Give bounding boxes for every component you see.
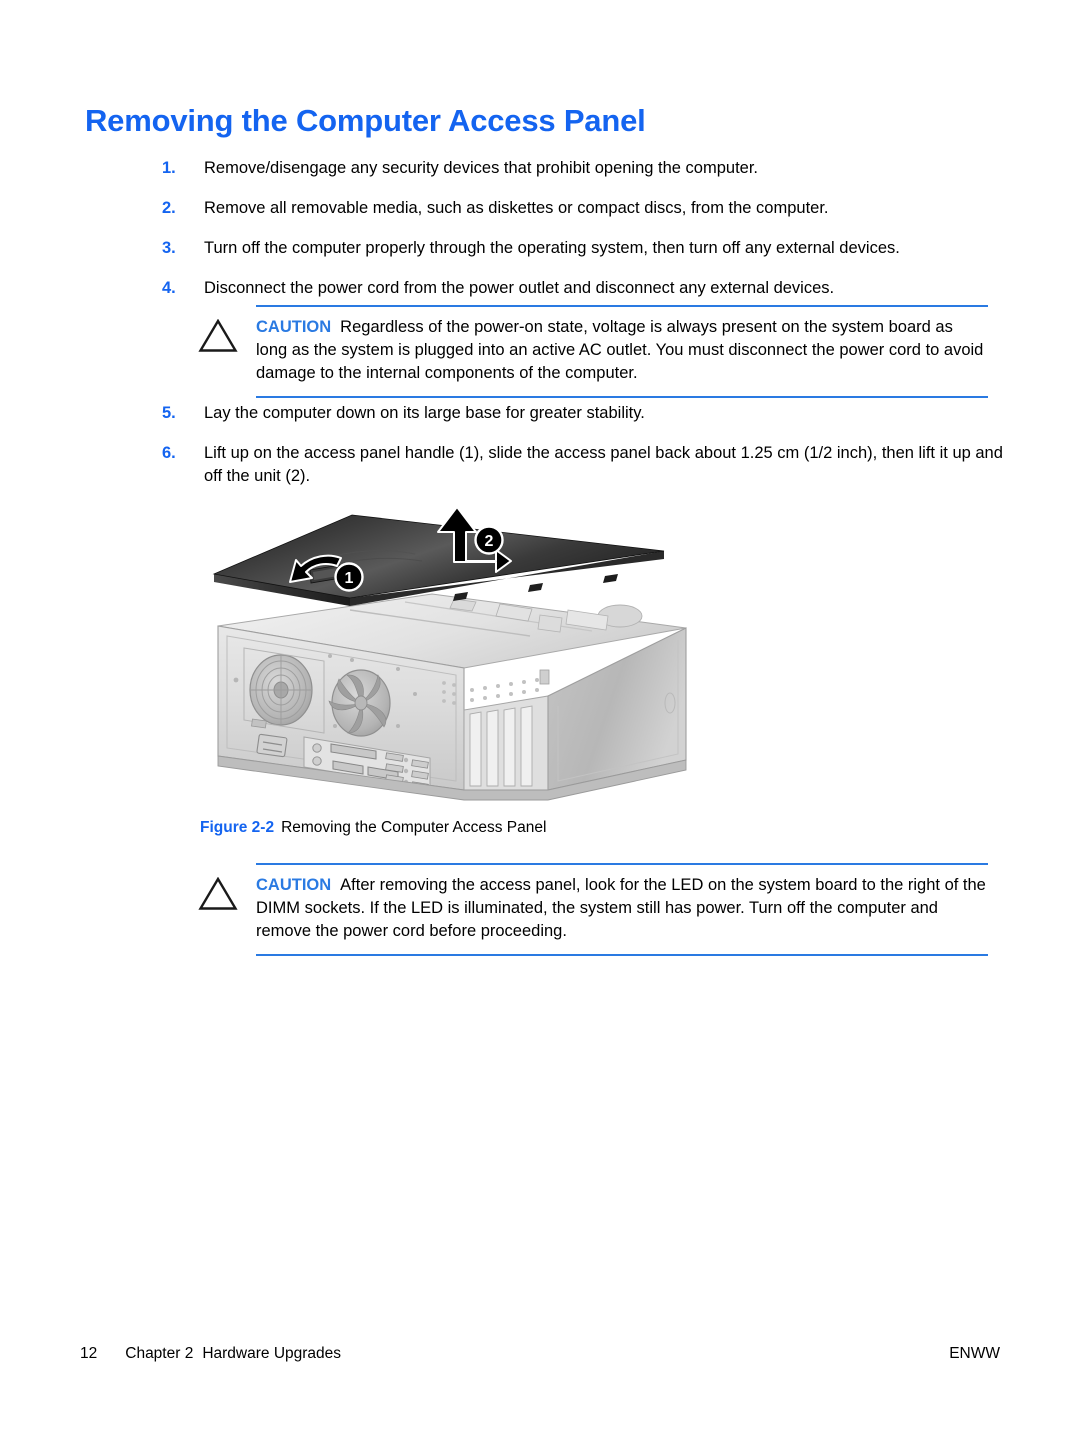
caution-note-power: CAUTION Regardless of the power-on state,…: [198, 305, 988, 398]
procedure-steps-part-2: 5. Lay the computer down on its large ba…: [162, 402, 1012, 505]
caution-label: CAUTION: [256, 876, 332, 894]
footer-edition: ENWW: [949, 1345, 1000, 1362]
caution-body: CAUTION Regardless of the power-on state,…: [256, 305, 988, 398]
list-item: 2. Remove all removable media, such as d…: [162, 197, 1012, 220]
caution-text: Regardless of the power-on state, voltag…: [256, 318, 984, 382]
step-text: Turn off the computer properly through t…: [204, 239, 900, 257]
caution-text: After removing the access panel, look fo…: [256, 876, 986, 940]
step-text: Lay the computer down on its large base …: [204, 404, 645, 422]
step-number: 4.: [162, 279, 176, 297]
page-title: Removing the Computer Access Panel: [85, 103, 646, 138]
list-item: 6. Lift up on the access panel handle (1…: [162, 442, 1012, 488]
step-number: 1.: [162, 159, 176, 177]
footer-chapter: Chapter 2: [125, 1345, 194, 1362]
step-number: 6.: [162, 444, 176, 462]
computer-chassis-illustration: 1 2: [212, 506, 687, 801]
callout-marker-2: 2: [474, 525, 504, 555]
procedure-steps-part-1: 1. Remove/disengage any security devices…: [162, 157, 1012, 300]
list-item: 5. Lay the computer down on its large ba…: [162, 402, 1012, 425]
caution-note-led: CAUTION After removing the access panel, …: [198, 863, 988, 956]
callout-label-1: 1: [345, 570, 354, 587]
list-item: 1. Remove/disengage any security devices…: [162, 157, 1012, 180]
list-item: 4. Disconnect the power cord from the po…: [162, 277, 1012, 300]
caution-label: CAUTION: [256, 318, 332, 336]
step-text: Disconnect the power cord from the power…: [204, 279, 835, 297]
figure-computer-access-panel: 1 2: [200, 498, 700, 808]
figure-caption-text: Removing the Computer Access Panel: [281, 819, 547, 836]
step-text: Lift up on the access panel handle (1), …: [204, 444, 1003, 485]
access-panel: [212, 514, 665, 606]
callout-marker-1: 1: [334, 562, 364, 592]
step-number: 3.: [162, 239, 176, 257]
step-text: Remove/disengage any security devices th…: [204, 159, 758, 177]
list-item: 3. Turn off the computer properly throug…: [162, 237, 1012, 260]
step-number: 5.: [162, 404, 176, 422]
ac-power-socket: [256, 733, 288, 758]
document-page: Removing the Computer Access Panel 1. Re…: [0, 0, 1080, 1437]
caution-body: CAUTION After removing the access panel, …: [256, 863, 988, 956]
page-footer: 12 Chapter 2 Hardware Upgrades ENWW: [80, 1345, 1000, 1367]
callout-label-2: 2: [485, 533, 494, 550]
footer-page-number: 12: [80, 1345, 98, 1362]
caution-triangle-icon: [198, 863, 256, 911]
step-text: Remove all removable media, such as disk…: [204, 199, 829, 217]
step-number: 2.: [162, 199, 176, 217]
figure-number: Figure 2-2: [200, 819, 275, 836]
footer-chapter-title: Hardware Upgrades: [202, 1345, 342, 1362]
footer-left: 12 Chapter 2 Hardware Upgrades: [80, 1345, 341, 1363]
figure-caption: Figure 2-2 Removing the Computer Access P…: [200, 818, 546, 838]
caution-triangle-icon: [198, 305, 256, 353]
expansion-slot-covers: [463, 669, 550, 791]
